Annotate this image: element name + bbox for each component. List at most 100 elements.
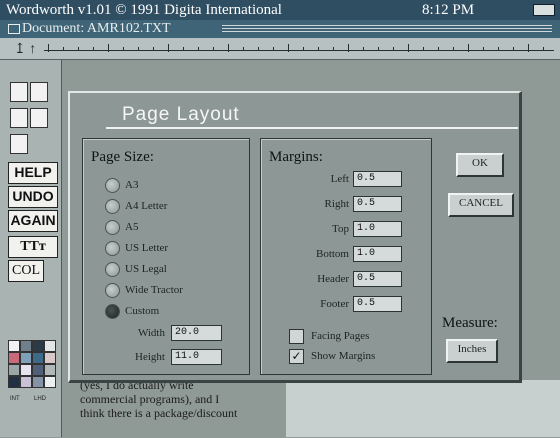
ruler-tick — [348, 44, 349, 52]
ruler-tick — [423, 47, 424, 51]
ruler-tick — [318, 47, 319, 51]
radio-button-icon[interactable] — [105, 283, 120, 298]
ruler-tick — [333, 47, 334, 51]
text-style-button[interactable]: TTт — [8, 236, 58, 258]
radio-button-selected-icon[interactable] — [105, 304, 120, 319]
palette-label-lhd: LHD — [34, 396, 47, 402]
radio-button-icon[interactable] — [105, 220, 120, 235]
document-text[interactable]: (yes, I do actually write commercial pro… — [80, 378, 280, 438]
help-button[interactable]: HELP — [8, 162, 58, 184]
left-margin-label: Left — [330, 173, 349, 185]
ruler-tick — [513, 47, 514, 51]
color-swatch[interactable] — [44, 376, 56, 388]
page-size-heading: Page Size: — [91, 149, 154, 165]
radio-button-icon[interactable] — [105, 241, 120, 256]
color-swatch[interactable] — [20, 340, 32, 352]
radio-button-icon[interactable] — [105, 262, 120, 277]
top-margin-row: Top 1.0 — [261, 221, 431, 237]
ruler-tick — [273, 47, 274, 51]
app-title: Wordworth v1.01 © 1991 Digita Internatio… — [6, 2, 282, 18]
color-swatch[interactable] — [8, 352, 20, 364]
header-margin-field[interactable]: 0.5 — [353, 271, 402, 287]
measure-label: Measure: — [442, 315, 498, 331]
width-row: Width 20.0 — [83, 325, 249, 341]
ruler-tick — [393, 47, 394, 51]
ruler[interactable]: ↥ ↑ — [0, 38, 560, 60]
footer-margin-label: Footer — [320, 298, 349, 310]
ruler-tick — [243, 47, 244, 51]
color-swatch[interactable] — [20, 352, 32, 364]
height-field[interactable]: 11.0 — [171, 349, 222, 365]
ok-button[interactable]: OK — [456, 153, 504, 177]
drag-bar[interactable] — [222, 25, 552, 33]
dialog-title: Page Layout — [122, 104, 240, 125]
ruler-tick — [108, 44, 109, 52]
color-swatch[interactable] — [8, 376, 20, 388]
footer-margin-field[interactable]: 0.5 — [353, 296, 402, 312]
color-swatch[interactable] — [44, 352, 56, 364]
double-page-icon[interactable] — [30, 108, 48, 128]
color-swatch[interactable] — [44, 364, 56, 376]
ruler-tick — [228, 44, 229, 52]
close-gadget-icon[interactable] — [8, 24, 20, 34]
window-depth-gadget-icon[interactable] — [533, 4, 555, 16]
header-margin-label: Header — [317, 273, 349, 285]
footer-margin-row: Footer 0.5 — [261, 296, 431, 312]
window-title-bar[interactable]: Wordworth v1.01 © 1991 Digita Internatio… — [0, 0, 560, 20]
height-row: Height 11.0 — [83, 349, 249, 365]
ruler-tick — [48, 44, 49, 52]
page-view-icon[interactable] — [10, 82, 28, 102]
page-size-panel: Page Size: A3 A4 Letter A5 US Letter US … — [82, 138, 250, 375]
ruler-tick — [543, 47, 544, 51]
header-margin-row: Header 0.5 — [261, 271, 431, 287]
single-page-icon[interactable] — [10, 108, 28, 128]
height-label: Height — [135, 351, 165, 363]
document-image — [286, 380, 560, 437]
again-button[interactable]: AGAIN — [8, 210, 58, 232]
bottom-margin-row: Bottom 1.0 — [261, 246, 431, 262]
top-margin-field[interactable]: 1.0 — [353, 221, 402, 237]
ruler-tick — [483, 47, 484, 51]
width-field[interactable]: 20.0 — [171, 325, 222, 341]
left-margin-field[interactable]: 0.5 — [353, 171, 402, 187]
tab-marker-icon[interactable]: ↥ ↑ — [14, 41, 36, 58]
ruler-tick — [438, 47, 439, 51]
clock: 8:12 PM — [422, 2, 475, 18]
ruler-tick — [468, 44, 469, 52]
color-swatch[interactable] — [32, 376, 44, 388]
color-swatch[interactable] — [8, 364, 20, 376]
ruler-tick — [408, 44, 409, 52]
ruler-tick — [168, 44, 169, 52]
bottom-margin-field[interactable]: 1.0 — [353, 246, 402, 262]
column-button[interactable]: COL — [8, 260, 44, 282]
ruler-tick — [288, 44, 289, 52]
color-swatch[interactable] — [20, 376, 32, 388]
right-margin-field[interactable]: 0.5 — [353, 196, 402, 212]
cancel-button[interactable]: CANCEL — [448, 193, 514, 217]
text-line: commercial programs), and I — [80, 392, 220, 406]
bottom-margin-label: Bottom — [315, 248, 349, 260]
undo-button[interactable]: UNDO — [8, 186, 58, 208]
show-margins-checkbox[interactable]: ✓ — [289, 349, 304, 364]
radio-button-icon[interactable] — [105, 178, 120, 193]
page-view-icon[interactable] — [30, 82, 48, 102]
document-title-bar[interactable]: Document: AMR102.TXT — [0, 20, 560, 38]
ruler-tick — [213, 47, 214, 51]
column-layout-icon[interactable] — [10, 134, 28, 154]
palette-label-int: INT — [10, 396, 20, 402]
facing-pages-label: Facing Pages — [311, 330, 370, 342]
facing-pages-checkbox[interactable] — [289, 329, 304, 344]
color-swatch[interactable] — [32, 352, 44, 364]
ruler-tick — [93, 47, 94, 51]
ruler-tick — [78, 47, 79, 51]
radio-button-icon[interactable] — [105, 199, 120, 214]
color-swatch[interactable] — [20, 364, 32, 376]
color-palette[interactable] — [8, 340, 56, 388]
color-swatch[interactable] — [32, 364, 44, 376]
ruler-tick — [153, 47, 154, 51]
ruler-tick — [453, 47, 454, 51]
color-swatch[interactable] — [32, 340, 44, 352]
measure-units-button[interactable]: Inches — [446, 339, 498, 363]
color-swatch[interactable] — [8, 340, 20, 352]
color-swatch[interactable] — [44, 340, 56, 352]
